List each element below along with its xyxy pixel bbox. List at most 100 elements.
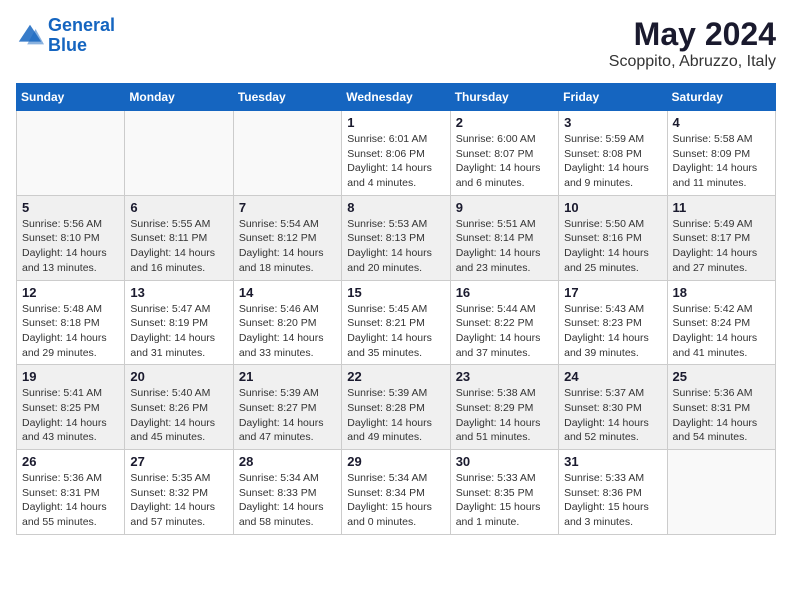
day-info: Sunrise: 5:33 AMSunset: 8:35 PMDaylight:… <box>456 471 553 530</box>
day-info: Sunrise: 5:42 AMSunset: 8:24 PMDaylight:… <box>673 302 770 361</box>
day-info: Sunrise: 5:43 AMSunset: 8:23 PMDaylight:… <box>564 302 661 361</box>
day-number: 25 <box>673 369 770 384</box>
calendar-week-row: 19 Sunrise: 5:41 AMSunset: 8:25 PMDayligh… <box>17 365 776 450</box>
calendar-week-row: 5 Sunrise: 5:56 AMSunset: 8:10 PMDaylight… <box>17 195 776 280</box>
day-number: 5 <box>22 200 119 215</box>
day-number: 16 <box>456 285 553 300</box>
calendar-table: Sunday Monday Tuesday Wednesday Thursday… <box>16 83 776 535</box>
day-number: 12 <box>22 285 119 300</box>
table-row: 14 Sunrise: 5:46 AMSunset: 8:20 PMDayligh… <box>233 280 341 365</box>
table-row: 17 Sunrise: 5:43 AMSunset: 8:23 PMDayligh… <box>559 280 667 365</box>
table-row: 5 Sunrise: 5:56 AMSunset: 8:10 PMDaylight… <box>17 195 125 280</box>
col-wednesday: Wednesday <box>342 84 450 111</box>
day-number: 29 <box>347 454 444 469</box>
table-row: 10 Sunrise: 5:50 AMSunset: 8:16 PMDayligh… <box>559 195 667 280</box>
day-info: Sunrise: 5:39 AMSunset: 8:28 PMDaylight:… <box>347 386 444 445</box>
day-number: 7 <box>239 200 336 215</box>
table-row: 27 Sunrise: 5:35 AMSunset: 8:32 PMDayligh… <box>125 450 233 535</box>
day-info: Sunrise: 5:49 AMSunset: 8:17 PMDaylight:… <box>673 217 770 276</box>
day-number: 21 <box>239 369 336 384</box>
day-info: Sunrise: 6:00 AMSunset: 8:07 PMDaylight:… <box>456 132 553 191</box>
day-info: Sunrise: 5:33 AMSunset: 8:36 PMDaylight:… <box>564 471 661 530</box>
day-number: 8 <box>347 200 444 215</box>
day-number: 18 <box>673 285 770 300</box>
logo-icon <box>16 22 44 50</box>
table-row: 13 Sunrise: 5:47 AMSunset: 8:19 PMDayligh… <box>125 280 233 365</box>
day-number: 3 <box>564 115 661 130</box>
day-info: Sunrise: 5:34 AMSunset: 8:33 PMDaylight:… <box>239 471 336 530</box>
day-info: Sunrise: 5:36 AMSunset: 8:31 PMDaylight:… <box>22 471 119 530</box>
table-row: 2Sunrise: 6:00 AMSunset: 8:07 PMDaylight… <box>450 111 558 196</box>
day-number: 10 <box>564 200 661 215</box>
table-row: 8 Sunrise: 5:53 AMSunset: 8:13 PMDaylight… <box>342 195 450 280</box>
day-info: Sunrise: 5:48 AMSunset: 8:18 PMDaylight:… <box>22 302 119 361</box>
table-row: 29Sunrise: 5:34 AMSunset: 8:34 PMDayligh… <box>342 450 450 535</box>
calendar-header-row: Sunday Monday Tuesday Wednesday Thursday… <box>17 84 776 111</box>
day-number: 28 <box>239 454 336 469</box>
day-number: 15 <box>347 285 444 300</box>
day-number: 13 <box>130 285 227 300</box>
day-info: Sunrise: 5:40 AMSunset: 8:26 PMDaylight:… <box>130 386 227 445</box>
calendar-week-row: 26 Sunrise: 5:36 AMSunset: 8:31 PMDayligh… <box>17 450 776 535</box>
table-row: 26 Sunrise: 5:36 AMSunset: 8:31 PMDayligh… <box>17 450 125 535</box>
day-number: 11 <box>673 200 770 215</box>
table-row: 15 Sunrise: 5:45 AMSunset: 8:21 PMDayligh… <box>342 280 450 365</box>
day-number: 14 <box>239 285 336 300</box>
table-row: 9 Sunrise: 5:51 AMSunset: 8:14 PMDaylight… <box>450 195 558 280</box>
table-row: 25 Sunrise: 5:36 AMSunset: 8:31 PMDayligh… <box>667 365 775 450</box>
day-number: 20 <box>130 369 227 384</box>
day-info: Sunrise: 5:58 AMSunset: 8:09 PMDaylight:… <box>673 132 770 191</box>
table-row: 28 Sunrise: 5:34 AMSunset: 8:33 PMDayligh… <box>233 450 341 535</box>
day-number: 30 <box>456 454 553 469</box>
main-title: May 2024 <box>609 16 776 53</box>
table-row: 4Sunrise: 5:58 AMSunset: 8:09 PMDaylight… <box>667 111 775 196</box>
day-info: Sunrise: 5:51 AMSunset: 8:14 PMDaylight:… <box>456 217 553 276</box>
day-info: Sunrise: 5:54 AMSunset: 8:12 PMDaylight:… <box>239 217 336 276</box>
day-info: Sunrise: 5:46 AMSunset: 8:20 PMDaylight:… <box>239 302 336 361</box>
day-info: Sunrise: 5:45 AMSunset: 8:21 PMDaylight:… <box>347 302 444 361</box>
day-info: Sunrise: 5:35 AMSunset: 8:32 PMDaylight:… <box>130 471 227 530</box>
day-info: Sunrise: 5:41 AMSunset: 8:25 PMDaylight:… <box>22 386 119 445</box>
col-tuesday: Tuesday <box>233 84 341 111</box>
table-row <box>17 111 125 196</box>
day-info: Sunrise: 5:56 AMSunset: 8:10 PMDaylight:… <box>22 217 119 276</box>
page-header: General Blue May 2024 Scoppito, Abruzzo,… <box>16 16 776 71</box>
table-row: 22 Sunrise: 5:39 AMSunset: 8:28 PMDayligh… <box>342 365 450 450</box>
table-row <box>233 111 341 196</box>
day-info: Sunrise: 6:01 AMSunset: 8:06 PMDaylight:… <box>347 132 444 191</box>
day-number: 24 <box>564 369 661 384</box>
table-row: 16Sunrise: 5:44 AMSunset: 8:22 PMDayligh… <box>450 280 558 365</box>
day-info: Sunrise: 5:36 AMSunset: 8:31 PMDaylight:… <box>673 386 770 445</box>
day-number: 17 <box>564 285 661 300</box>
col-saturday: Saturday <box>667 84 775 111</box>
day-info: Sunrise: 5:38 AMSunset: 8:29 PMDaylight:… <box>456 386 553 445</box>
calendar-week-row: 1 Sunrise: 6:01 AMSunset: 8:06 PMDaylight… <box>17 111 776 196</box>
table-row: 31 Sunrise: 5:33 AMSunset: 8:36 PMDayligh… <box>559 450 667 535</box>
col-sunday: Sunday <box>17 84 125 111</box>
logo-text: General Blue <box>48 16 115 56</box>
day-number: 22 <box>347 369 444 384</box>
day-info: Sunrise: 5:47 AMSunset: 8:19 PMDaylight:… <box>130 302 227 361</box>
day-number: 26 <box>22 454 119 469</box>
day-number: 23 <box>456 369 553 384</box>
table-row: 19 Sunrise: 5:41 AMSunset: 8:25 PMDayligh… <box>17 365 125 450</box>
table-row <box>667 450 775 535</box>
day-number: 19 <box>22 369 119 384</box>
title-block: May 2024 Scoppito, Abruzzo, Italy <box>609 16 776 71</box>
table-row: 23 Sunrise: 5:38 AMSunset: 8:29 PMDayligh… <box>450 365 558 450</box>
day-number: 31 <box>564 454 661 469</box>
table-row: 18 Sunrise: 5:42 AMSunset: 8:24 PMDayligh… <box>667 280 775 365</box>
table-row: 3Sunrise: 5:59 AMSunset: 8:08 PMDaylight… <box>559 111 667 196</box>
table-row: 20 Sunrise: 5:40 AMSunset: 8:26 PMDayligh… <box>125 365 233 450</box>
day-info: Sunrise: 5:55 AMSunset: 8:11 PMDaylight:… <box>130 217 227 276</box>
day-number: 9 <box>456 200 553 215</box>
table-row: 7 Sunrise: 5:54 AMSunset: 8:12 PMDaylight… <box>233 195 341 280</box>
day-number: 27 <box>130 454 227 469</box>
day-info: Sunrise: 5:53 AMSunset: 8:13 PMDaylight:… <box>347 217 444 276</box>
table-row: 30 Sunrise: 5:33 AMSunset: 8:35 PMDayligh… <box>450 450 558 535</box>
table-row <box>125 111 233 196</box>
day-number: 1 <box>347 115 444 130</box>
day-info: Sunrise: 5:37 AMSunset: 8:30 PMDaylight:… <box>564 386 661 445</box>
day-info: Sunrise: 5:50 AMSunset: 8:16 PMDaylight:… <box>564 217 661 276</box>
subtitle: Scoppito, Abruzzo, Italy <box>609 53 776 71</box>
